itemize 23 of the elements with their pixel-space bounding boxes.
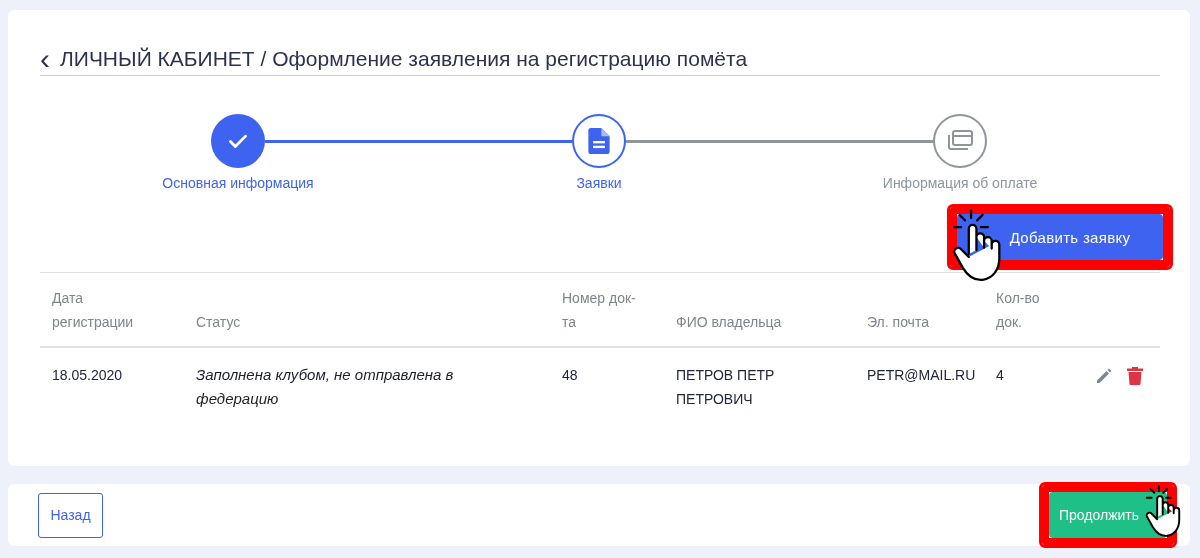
add-request-button[interactable]: Добавить заявку bbox=[957, 214, 1163, 260]
step-label: Заявки bbox=[576, 175, 622, 191]
table-cell-text: 4 bbox=[996, 366, 1005, 385]
delete-trash-icon[interactable] bbox=[1127, 367, 1143, 385]
table-cell-text: Заполнена клубом, не отправлена в федерацию bbox=[196, 365, 455, 409]
back-chevron-icon[interactable]: ‹ bbox=[40, 49, 50, 69]
column-header: Эл. почта bbox=[867, 313, 929, 332]
document-icon bbox=[588, 128, 610, 154]
cards-icon bbox=[946, 129, 974, 153]
column-header: ФИО владельца bbox=[676, 313, 782, 332]
page-title: ЛИЧНЫЙ КАБИНЕТ / Оформление заявления на регистрацию помёта bbox=[60, 47, 748, 71]
column-header: Кол-во док. bbox=[996, 289, 1041, 332]
back-button[interactable]: Назад bbox=[38, 492, 103, 538]
column-header: Номер док-та bbox=[562, 289, 637, 332]
table-cell-text: 18.05.2020 bbox=[52, 366, 124, 385]
table-cell-text: ПЕТРОВ ПЕТР ПЕТРОВИЧ bbox=[676, 366, 776, 409]
step-label: Основная информация bbox=[162, 175, 314, 191]
column-header: Статус bbox=[196, 313, 241, 332]
column-header: Дата регистрации bbox=[52, 289, 135, 332]
table-cell-text: PETR@MAIL.RU bbox=[867, 366, 977, 385]
table-cell-text: 48 bbox=[562, 366, 579, 385]
step-label: Информация об оплате bbox=[882, 175, 1038, 191]
edit-pencil-icon[interactable] bbox=[1095, 367, 1113, 385]
